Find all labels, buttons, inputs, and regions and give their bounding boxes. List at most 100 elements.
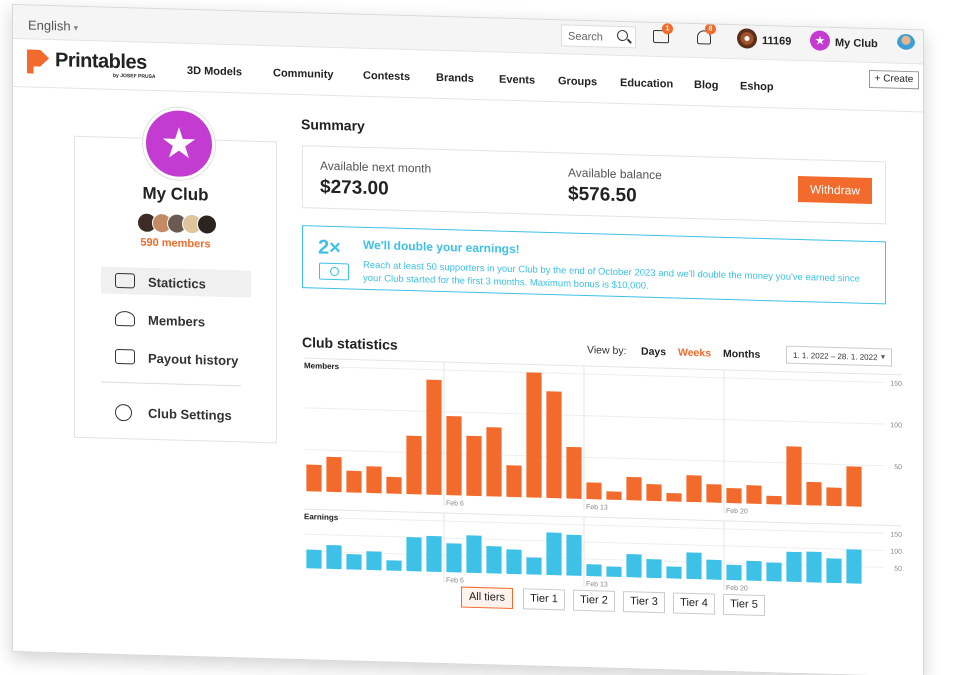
nav-brands[interactable]: Brands: [436, 72, 474, 85]
nav-blog[interactable]: Blog: [694, 79, 718, 92]
club-star-icon[interactable]: ★: [810, 30, 830, 51]
sidebar-item-payout-history[interactable]: Payout history: [101, 342, 251, 373]
grid-line: [304, 365, 884, 383]
tier-3[interactable]: Tier 3: [623, 591, 665, 614]
nav-contests[interactable]: Contests: [363, 70, 410, 83]
member-avatars: [137, 212, 227, 235]
tier-1[interactable]: Tier 1: [523, 588, 565, 611]
search-input[interactable]: Search: [561, 24, 636, 49]
x-tick-label: Feb 13: [586, 581, 608, 589]
nav-education[interactable]: Education: [620, 77, 673, 90]
members-bar: [306, 464, 322, 492]
sidebar-item-label: Club Settings: [148, 405, 232, 424]
user-avatar[interactable]: [897, 33, 915, 53]
members-bar: [526, 372, 542, 498]
sidebar-item-label: Payout history: [148, 350, 239, 369]
x-tick-label: Feb 20: [726, 508, 748, 516]
tier-all-tiers[interactable]: All tiers: [461, 586, 513, 609]
nav-groups[interactable]: Groups: [558, 75, 597, 88]
my-club-link[interactable]: My Club: [835, 37, 878, 50]
messages-badge: 1: [662, 23, 673, 35]
earnings-bar: [466, 535, 482, 574]
earnings-bar: [366, 551, 382, 571]
balance-value: $576.50: [568, 183, 637, 207]
view-days-option[interactable]: Days: [641, 346, 666, 359]
tier-4[interactable]: Tier 4: [673, 592, 715, 615]
members-bar: [366, 466, 382, 494]
grid-line: [304, 508, 902, 527]
members-bar: [426, 379, 442, 495]
sidebar-item-statistics[interactable]: Statictics: [101, 266, 251, 298]
screenshot-stage: English ▾ Search 1 8 11169 ★ My Club Prin…: [0, 0, 960, 675]
double-earnings-banner: 2× We'll double your earnings! Reach at …: [302, 225, 886, 305]
nav-events[interactable]: Events: [499, 74, 535, 87]
members-bar: [386, 476, 402, 494]
promo-text: Reach at least 50 supporters in your Clu…: [363, 259, 860, 292]
date-range-value: 1. 1. 2022 – 28. 1. 2022: [793, 350, 878, 363]
bar-chart-icon: [115, 272, 135, 289]
nav-3d-models[interactable]: 3D Models: [187, 65, 242, 79]
club-statistics-chart: 50 100 150 Feb 6 Feb 13 Feb 20 Members 50 100 150…: [304, 357, 902, 593]
members-bar: [586, 482, 602, 500]
browser-frame: English ▾ Search 1 8 11169 ★ My Club Prin…: [12, 4, 924, 675]
earnings-bar: [406, 537, 422, 572]
nav-community[interactable]: Community: [273, 67, 334, 81]
grid-line: [304, 516, 884, 534]
earnings-bar: [526, 557, 542, 575]
withdraw-button[interactable]: Withdraw: [798, 175, 872, 205]
members-bar: [446, 415, 462, 496]
create-button[interactable]: + Create: [869, 69, 919, 90]
view-months-option[interactable]: Months: [723, 348, 760, 361]
sidebar-divider: [101, 381, 241, 387]
club-statistics-heading: Club statistics: [302, 334, 398, 353]
sidebar-item-label: Members: [148, 312, 206, 330]
members-bar: [826, 487, 842, 507]
x-tick-label: Feb 6: [446, 500, 464, 508]
messages-icon[interactable]: 1: [653, 23, 673, 44]
sidebar-item-members[interactable]: Members: [101, 304, 251, 335]
club-star-icon: ★: [143, 106, 215, 181]
summary-heading: Summary: [301, 116, 365, 134]
multiplier-label: 2×: [318, 236, 341, 260]
earnings-bar: [446, 543, 462, 573]
sidebar-item-club-settings[interactable]: Club Settings: [101, 397, 251, 428]
view-weeks-option[interactable]: Weeks: [678, 347, 711, 360]
earnings-bar: [546, 532, 562, 576]
club-sidebar: ★ My Club 590 members Statictics Members…: [74, 106, 277, 444]
members-bar: [806, 481, 822, 506]
earnings-bar: [426, 535, 442, 572]
people-icon: [115, 310, 135, 327]
chevron-down-icon: ▾: [880, 352, 885, 362]
tier-2[interactable]: Tier 2: [573, 589, 615, 612]
tier-5[interactable]: Tier 5: [723, 593, 765, 617]
nav-eshop[interactable]: Eshop: [740, 80, 774, 93]
date-range-select[interactable]: 1. 1. 2022 – 28. 1. 2022 ▾: [786, 345, 892, 367]
members-bar: [646, 484, 662, 502]
donut-coins-icon[interactable]: [737, 28, 757, 49]
earnings-bar: [506, 549, 522, 575]
grid-line: [304, 407, 884, 425]
promo-title: We'll double your earnings!: [363, 237, 520, 257]
x-tick-label: Feb 6: [446, 577, 464, 585]
printables-logo-icon[interactable]: [27, 49, 49, 74]
members-bar: [566, 446, 582, 499]
view-by-label: View by:: [587, 344, 627, 358]
earnings-bar: [846, 549, 862, 584]
members-bar: [606, 491, 622, 501]
members-bar: [466, 435, 482, 497]
members-bar: [486, 427, 502, 497]
language-selector[interactable]: English ▾: [28, 17, 78, 33]
members-bar: [626, 476, 642, 501]
members-bar: [766, 495, 782, 505]
earnings-bar: [586, 564, 602, 577]
members-bar: [786, 446, 802, 506]
brand-name[interactable]: Printables: [55, 49, 147, 75]
earnings-bar: [646, 559, 662, 579]
earnings-bar: [606, 566, 622, 578]
coins-count: 11169: [762, 34, 792, 48]
notifications-bell-icon[interactable]: 8: [697, 23, 716, 45]
earnings-bar: [826, 558, 842, 584]
sidebar-item-label: Statictics: [148, 274, 206, 292]
y-tick-label: 100: [890, 549, 902, 556]
notifications-badge: 8: [705, 23, 716, 35]
